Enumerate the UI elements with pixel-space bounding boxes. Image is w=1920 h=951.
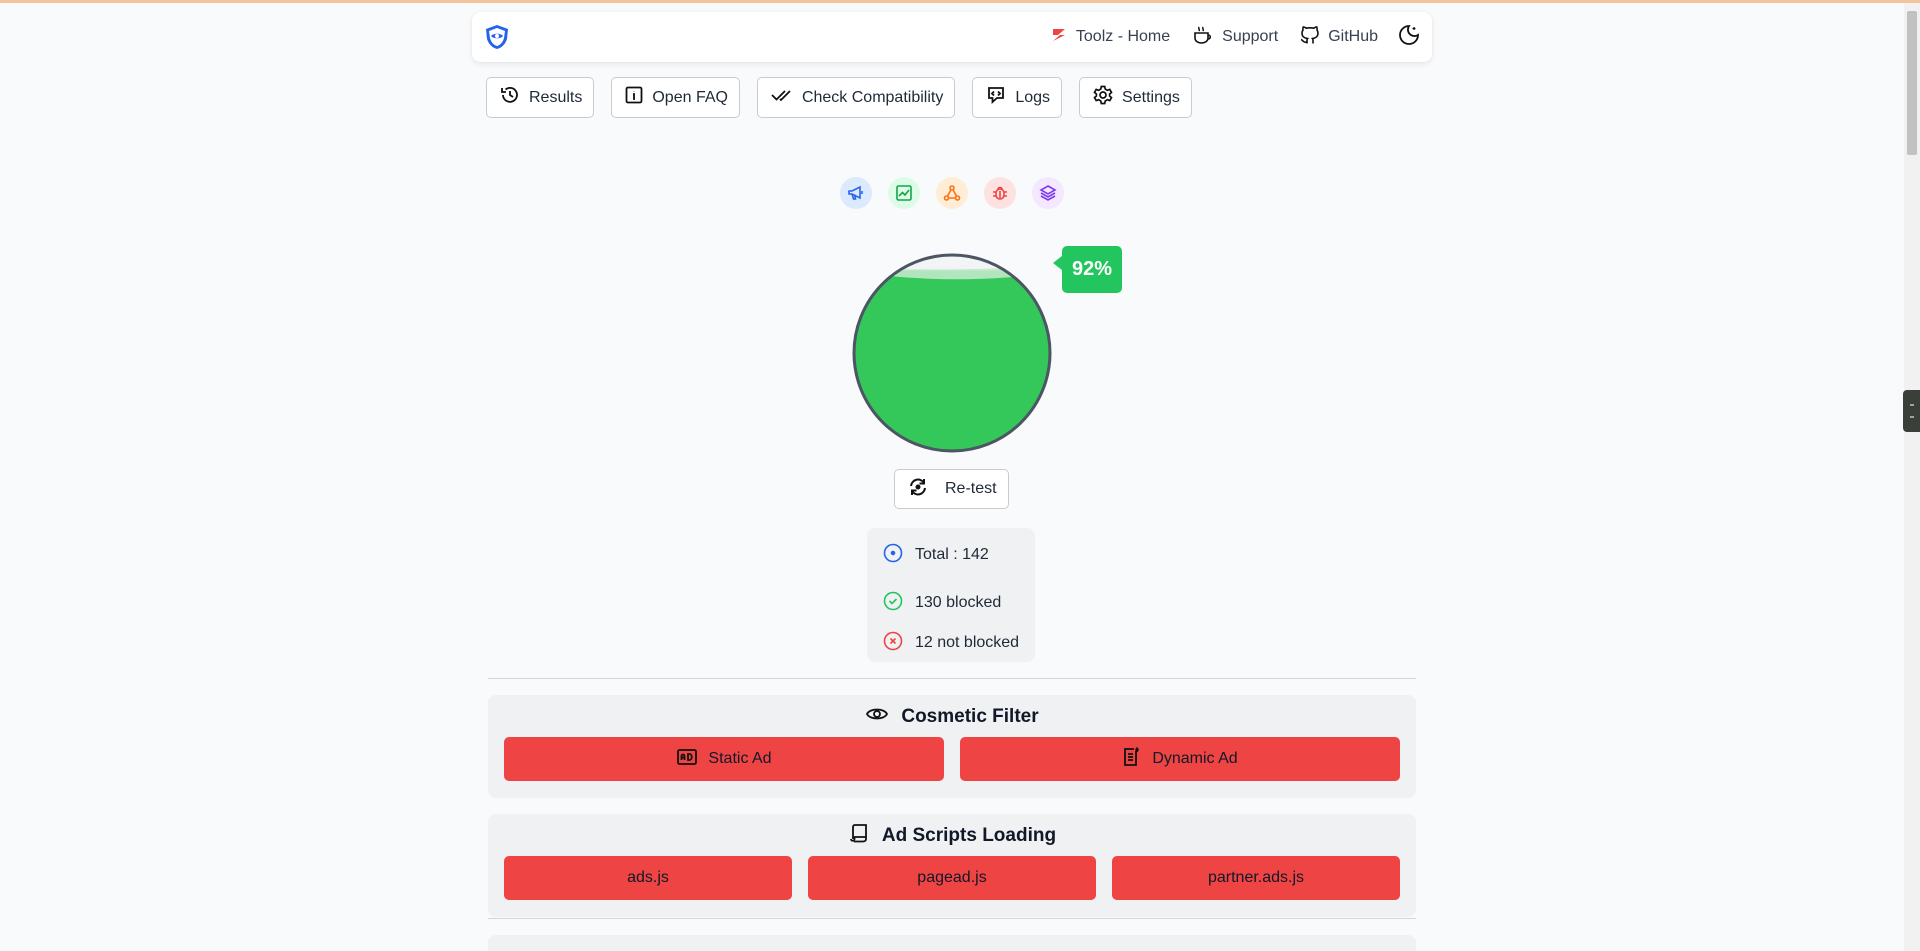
partner-ads-js-button[interactable]: partner.ads.js bbox=[1112, 856, 1400, 900]
shield-logo-icon[interactable] bbox=[484, 24, 510, 50]
chart-icon[interactable] bbox=[888, 177, 920, 209]
partner-ads-js-label: partner.ads.js bbox=[1207, 869, 1305, 886]
double-check-icon bbox=[770, 85, 802, 110]
open-faq-label: Open FAQ bbox=[652, 88, 728, 106]
coffee-icon bbox=[1192, 25, 1222, 50]
theme-toggle-button[interactable] bbox=[1398, 24, 1420, 51]
section-title: Cosmetic Filter bbox=[488, 705, 1416, 729]
retest-label: Re-test bbox=[945, 480, 997, 497]
check-compatibility-button[interactable]: Check Compatibility bbox=[756, 77, 956, 118]
open-faq-button[interactable]: Open FAQ bbox=[611, 77, 740, 118]
stat-blocked-label: 130 blocked bbox=[915, 594, 1002, 611]
cosmetic-filter-title: Cosmetic Filter bbox=[901, 706, 1039, 727]
page-scrollbar[interactable] bbox=[1904, 3, 1920, 951]
ad-icon bbox=[676, 747, 708, 772]
toolz-logo-icon bbox=[1050, 26, 1076, 49]
stat-blocked: 130 blocked bbox=[883, 583, 1035, 623]
eye-icon bbox=[865, 704, 901, 730]
info-square-icon bbox=[624, 85, 652, 110]
category-icons bbox=[840, 177, 1080, 209]
ads-js-button[interactable]: ads.js bbox=[504, 856, 792, 900]
score-gauge bbox=[852, 253, 1052, 453]
stat-not-blocked-label: 12 not blocked bbox=[915, 634, 1020, 651]
dynamic-ad-label: Dynamic Ad bbox=[1152, 750, 1238, 767]
retest-button[interactable]: Re-test bbox=[894, 469, 1009, 509]
logs-button[interactable]: Logs bbox=[972, 77, 1063, 118]
stats-panel: Total : 142 130 blocked 12 not blocked bbox=[867, 528, 1035, 662]
top-accent-bar bbox=[0, 0, 1920, 3]
results-button[interactable]: Results bbox=[486, 77, 595, 118]
message-code-icon bbox=[985, 84, 1015, 111]
scrollbar-thumb[interactable] bbox=[1907, 11, 1917, 155]
script-icon bbox=[848, 822, 882, 850]
dynamic-ad-button[interactable]: Dynamic Ad bbox=[960, 737, 1400, 781]
check-circle-icon bbox=[883, 591, 915, 616]
target-icon bbox=[883, 543, 915, 568]
static-ad-button[interactable]: Static Ad bbox=[504, 737, 944, 781]
navbar: Toolz - Home Support GitHub bbox=[472, 12, 1432, 62]
bug-icon[interactable] bbox=[984, 177, 1016, 209]
settings-label: Settings bbox=[1122, 88, 1180, 106]
moon-icon bbox=[1398, 24, 1420, 51]
nav-link-toolz-home[interactable]: Toolz - Home bbox=[1050, 26, 1170, 49]
score-percent-badge: 92% bbox=[1053, 246, 1122, 293]
gauge-fill bbox=[854, 270, 1050, 451]
side-panel-handle[interactable] bbox=[1903, 390, 1920, 432]
ad-scripts-section: Ad Scripts Loading ads.js pagead.js part… bbox=[488, 814, 1416, 917]
next-section bbox=[488, 935, 1416, 951]
ads-js-label: ads.js bbox=[627, 869, 669, 886]
nav-link-label: GitHub bbox=[1328, 28, 1378, 45]
stat-total-label: Total : 142 bbox=[915, 546, 989, 563]
pagead-js-label: pagead.js bbox=[917, 869, 987, 886]
x-circle-icon bbox=[883, 631, 915, 656]
divider bbox=[488, 678, 1416, 679]
megaphone-icon[interactable] bbox=[840, 177, 872, 209]
nav-link-github[interactable]: GitHub bbox=[1300, 25, 1378, 50]
nav-link-label: Toolz - Home bbox=[1075, 28, 1171, 45]
settings-button[interactable]: Settings bbox=[1079, 77, 1192, 118]
pagead-js-button[interactable]: pagead.js bbox=[808, 856, 1096, 900]
network-icon[interactable] bbox=[936, 177, 968, 209]
stat-not-blocked: 12 not blocked bbox=[883, 623, 1035, 663]
history-icon bbox=[499, 84, 529, 111]
check-compatibility-label: Check Compatibility bbox=[801, 88, 944, 106]
nav-link-support[interactable]: Support bbox=[1192, 25, 1278, 50]
divider bbox=[488, 918, 1416, 919]
logs-label: Logs bbox=[1015, 88, 1051, 106]
static-ad-label: Static Ad bbox=[708, 750, 772, 767]
nav-link-label: Support bbox=[1222, 28, 1279, 45]
stat-total: Total : 142 bbox=[883, 543, 1035, 567]
section-title: Ad Scripts Loading bbox=[488, 824, 1416, 848]
ad-scripts-title: Ad Scripts Loading bbox=[881, 825, 1057, 846]
results-label: Results bbox=[529, 88, 583, 106]
gear-icon bbox=[1092, 84, 1122, 111]
github-icon bbox=[1300, 25, 1328, 50]
refresh-icon bbox=[907, 476, 945, 503]
ad-2-icon bbox=[1122, 746, 1152, 773]
cosmetic-filter-section: Cosmetic Filter Static Ad Dynamic Ad bbox=[488, 695, 1416, 798]
toolbar: Results Open FAQ Check Compatibility Log… bbox=[486, 77, 1209, 118]
layers-icon[interactable] bbox=[1032, 177, 1064, 209]
